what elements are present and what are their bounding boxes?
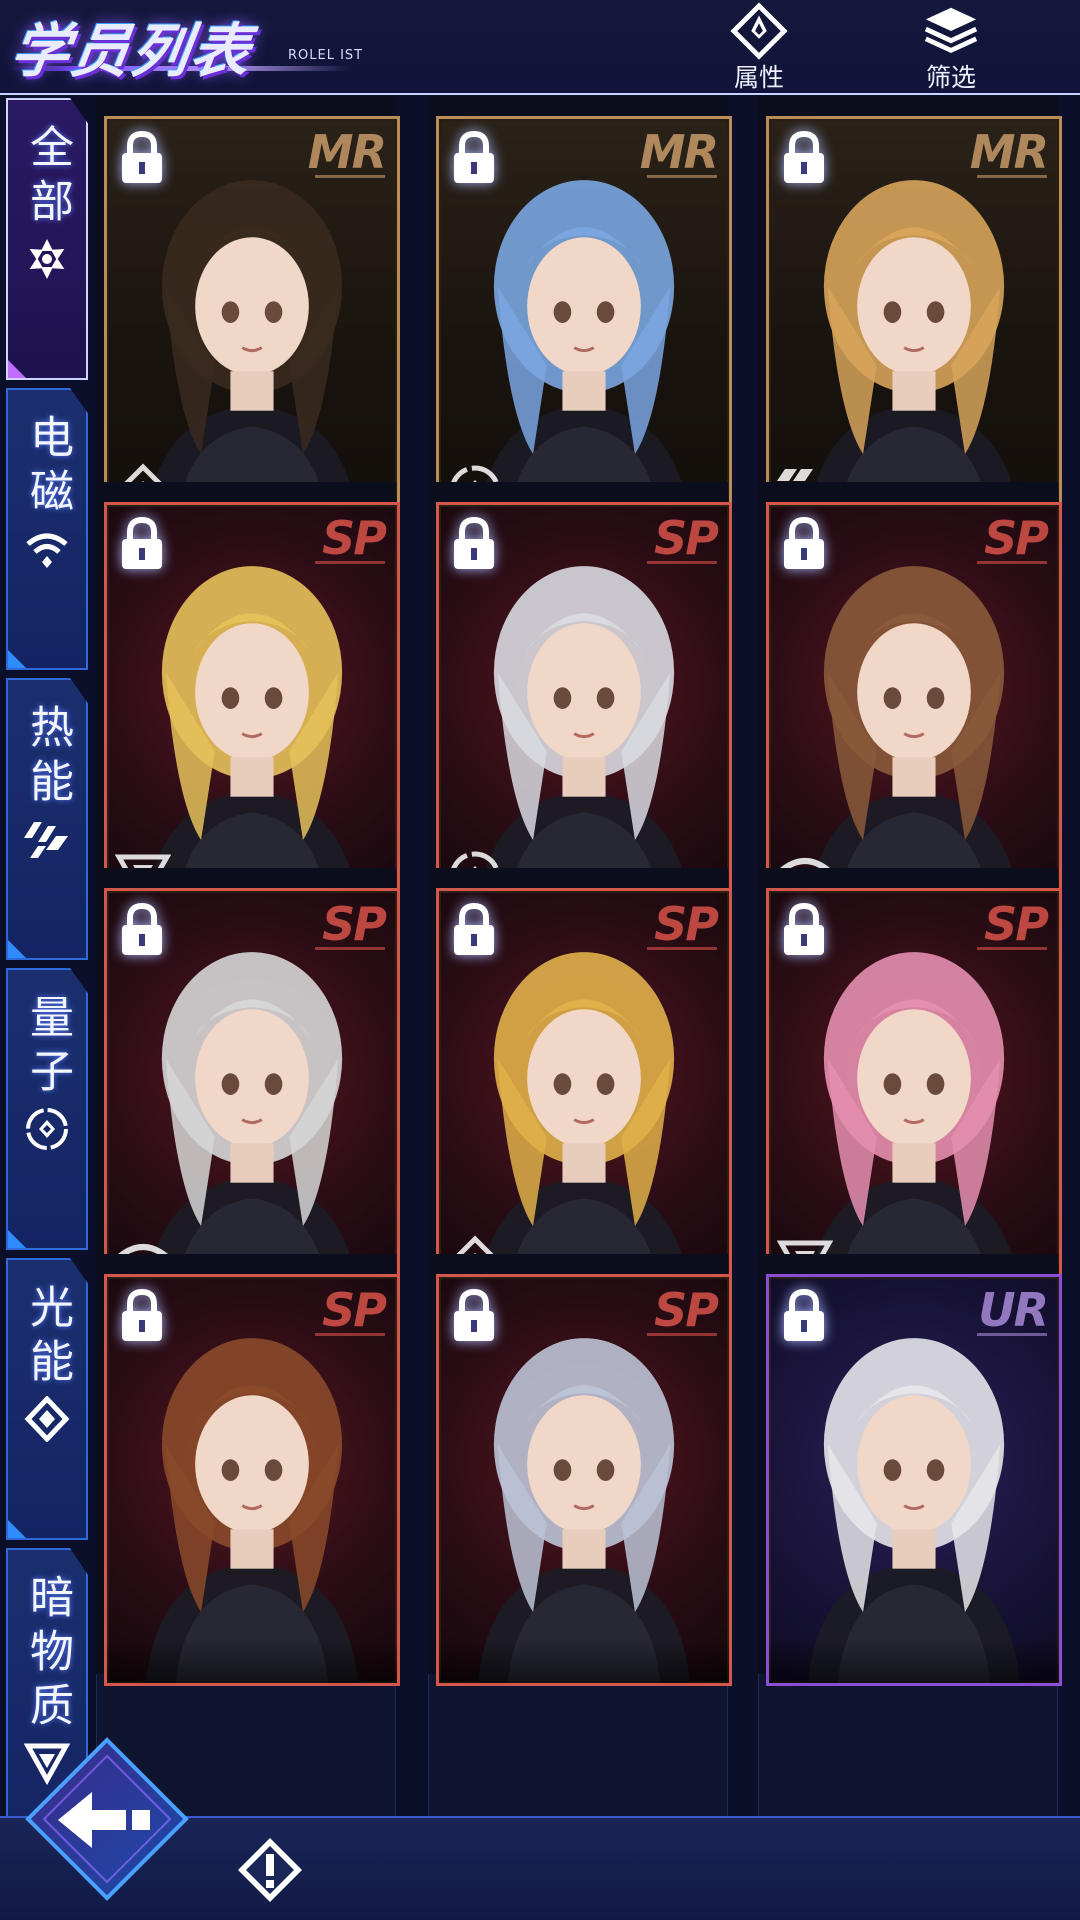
rarity-underline (647, 561, 717, 564)
lock-icon (122, 902, 162, 955)
rarity-badge: SP (654, 511, 719, 565)
page-subtitle: ROLEL IST (288, 48, 364, 63)
student-card-frame: SP (436, 1274, 732, 1686)
rarity-underline (647, 1333, 717, 1336)
rarity-badge: SP (322, 511, 387, 565)
sidebar-tab-quantum[interactable]: 量子 (6, 968, 88, 1250)
student-card[interactable]: MR (96, 96, 400, 528)
student-card-frame: MR (436, 116, 732, 528)
sidebar-tab-electromagnetic[interactable]: 电磁 (6, 388, 88, 670)
student-card[interactable]: MR (428, 96, 732, 528)
student-card[interactable]: SP (758, 868, 1062, 1300)
student-card-frame: SP (436, 502, 732, 914)
student-card-frame: SP (766, 502, 1062, 914)
lock-icon (122, 516, 162, 569)
student-roster-grid: MR MR MR SP SP SP SP SP SP SP SP UR (96, 96, 1080, 1816)
light-diamond-icon (24, 1396, 70, 1442)
student-card-frame: SP (436, 888, 732, 1300)
student-card[interactable]: UR (758, 1254, 1062, 1686)
rarity-badge: UR (978, 1283, 1049, 1337)
attribute-label: 属性 (733, 63, 784, 92)
rarity-badge: MR (639, 125, 719, 179)
page-title: 学员列表 (6, 17, 257, 85)
sidebar-tab-label: 全部 (22, 124, 73, 232)
sidebar-tab-thermal[interactable]: 热能 (6, 678, 88, 960)
lock-icon (784, 902, 824, 955)
sidebar-tab-label: 热能 (22, 704, 73, 812)
back-arrow-icon (25, 1737, 189, 1901)
quantum-ring-icon (26, 1108, 68, 1150)
rarity-underline (977, 561, 1047, 564)
back-button[interactable] (22, 1734, 192, 1904)
student-card[interactable]: SP (428, 868, 732, 1300)
filter-button[interactable]: 筛选 (896, 2, 1006, 94)
rarity-underline (977, 1333, 1047, 1336)
rarity-underline (647, 175, 717, 178)
attribute-button[interactable]: 属性 (704, 2, 814, 94)
thermal-slash-icon (24, 822, 68, 858)
rarity-badge: SP (984, 511, 1049, 565)
lock-icon (122, 130, 162, 183)
electromagnetic-wave-icon (26, 533, 68, 568)
attribute-diamond-icon (730, 2, 788, 60)
filter-label: 筛选 (925, 63, 976, 92)
sidebar-tab-label: 电磁 (22, 414, 73, 522)
sidebar-tab-label: 暗物质 (22, 1574, 73, 1736)
layers-icon (924, 7, 978, 54)
student-card[interactable]: SP (758, 482, 1062, 914)
lock-icon (454, 902, 494, 955)
card-bottom-shade (107, 1639, 397, 1683)
info-button[interactable] (234, 1834, 306, 1906)
student-card[interactable]: MR (758, 96, 1062, 528)
student-card-frame: MR (766, 116, 1062, 528)
element-filter-sidebar: 全部 电磁 热能 量子 光能 暗物质 (0, 96, 96, 1848)
header-bar: 学员列表 ROLEL IST 属性 筛选 (0, 0, 1080, 95)
rarity-badge: SP (322, 897, 387, 951)
rarity-badge: SP (654, 1283, 719, 1337)
rarity-underline (315, 175, 385, 178)
lock-icon (454, 516, 494, 569)
sidebar-tab-label: 光能 (22, 1284, 73, 1392)
rarity-underline (647, 947, 717, 950)
rarity-badge: SP (984, 897, 1049, 951)
student-card-frame: SP (766, 888, 1062, 1300)
rarity-underline (977, 175, 1047, 178)
student-card-frame: SP (104, 888, 400, 1300)
rarity-underline (315, 561, 385, 564)
lock-icon (122, 1288, 162, 1341)
lock-icon (784, 1288, 824, 1341)
student-card[interactable]: SP (428, 1254, 732, 1686)
rarity-badge: SP (654, 897, 719, 951)
rarity-badge: MR (969, 125, 1049, 179)
rarity-underline (977, 947, 1047, 950)
exclamation-diamond-icon (238, 1838, 302, 1902)
rarity-underline (315, 1333, 385, 1336)
lock-icon (454, 1288, 494, 1341)
lock-icon (784, 516, 824, 569)
rarity-badge: SP (322, 1283, 387, 1337)
lock-icon (454, 130, 494, 183)
rarity-badge: MR (307, 125, 387, 179)
all-emblem-icon (29, 239, 65, 279)
student-card[interactable]: SP (96, 868, 400, 1300)
student-card-frame: SP (104, 502, 400, 914)
rarity-underline (315, 947, 385, 950)
card-bottom-shade (439, 1639, 729, 1683)
student-card-frame: MR (104, 116, 400, 528)
sidebar-tab-light[interactable]: 光能 (6, 1258, 88, 1540)
sidebar-tab-all[interactable]: 全部 (6, 98, 88, 380)
card-bottom-shade (769, 1639, 1059, 1683)
sidebar-tab-label: 量子 (22, 994, 73, 1102)
student-card-frame: SP (104, 1274, 400, 1686)
lock-icon (784, 130, 824, 183)
student-card[interactable]: SP (428, 482, 732, 914)
student-card[interactable]: SP (96, 482, 400, 914)
student-card-frame: UR (766, 1274, 1062, 1686)
student-card[interactable]: SP (96, 1254, 400, 1686)
